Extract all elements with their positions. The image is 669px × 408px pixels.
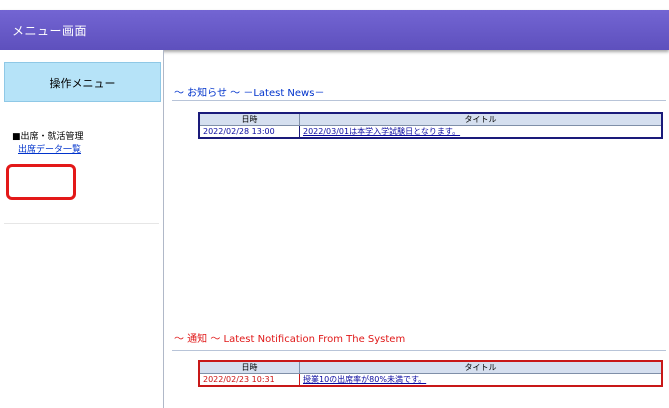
news-heading: ～ お知らせ ～ －Latest News－: [174, 88, 325, 99]
sidebar-divider: [4, 223, 159, 224]
sidebar: 操作メニュー ■出席・就活管理 出席データ一覧: [0, 50, 164, 408]
table-header-row: 日時 タイトル: [198, 112, 663, 126]
menu-title: 操作メニュー: [49, 77, 116, 90]
attendance-list-link[interactable]: 出席データ一覧: [18, 142, 81, 155]
menu-section-label: ■出席・就活管理: [12, 132, 84, 142]
table-row: 2022/02/23 10:31 授業10の出席率が80%未満です。: [198, 373, 663, 387]
news-title-link[interactable]: 2022/03/01は本学入学試験日となります。: [303, 127, 460, 136]
notice-date: 2022/02/23 10:31: [198, 373, 300, 387]
column-header-title: タイトル: [299, 360, 663, 374]
news-date: 2022/02/28 13:00: [198, 125, 300, 139]
highlight-annotation: [6, 164, 76, 200]
table-header-row: 日時 タイトル: [198, 360, 663, 374]
column-header-date: 日時: [198, 360, 300, 374]
app-header: メニュー画面: [0, 10, 669, 50]
news-divider: [172, 100, 666, 101]
column-header-title: タイトル: [299, 112, 663, 126]
top-strip: [0, 0, 669, 10]
menu-title-box: 操作メニュー: [4, 62, 161, 102]
notice-divider: [172, 350, 666, 351]
notice-table: 日時 タイトル 2022/02/23 10:31 授業10の出席率が80%未満で…: [198, 360, 663, 387]
table-row: 2022/02/28 13:00 2022/03/01は本学入学試験日となります…: [198, 125, 663, 139]
news-table: 日時 タイトル 2022/02/28 13:00 2022/03/01は本学入学…: [198, 112, 663, 139]
column-header-date: 日時: [198, 112, 300, 126]
main-content: ～ お知らせ ～ －Latest News－ 日時 タイトル 2022/02/2…: [164, 50, 669, 408]
notice-heading: ～ 通知 ～ Latest Notification From The Syst…: [174, 334, 406, 345]
page-title: メニュー画面: [12, 24, 88, 38]
notice-title-link[interactable]: 授業10の出席率が80%未満です。: [303, 375, 426, 384]
